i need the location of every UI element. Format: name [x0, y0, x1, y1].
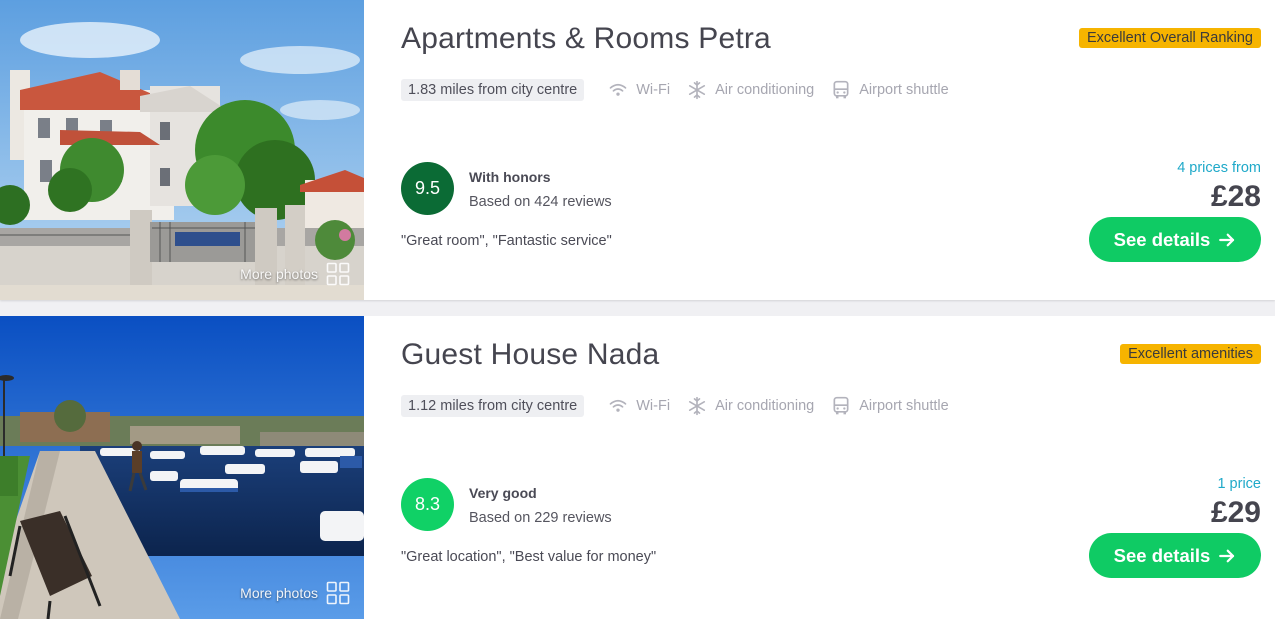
distance-chip: 1.83 miles from city centre: [401, 79, 585, 101]
see-details-button[interactable]: See details: [1089, 217, 1261, 262]
amenity-label: Air conditioning: [715, 398, 815, 414]
amenity-label: Airport shuttle: [859, 82, 949, 98]
hotel-photo[interactable]: More photos: [0, 316, 364, 619]
amenity-wifi: Wi-Fi: [608, 396, 670, 416]
wifi-icon: [609, 83, 627, 96]
amenities-row: 1.12 miles from city centre Wi-Fi Air co…: [401, 394, 966, 418]
villa-photo: [0, 0, 364, 300]
rating-score-badge: 8.3: [401, 478, 454, 531]
rating-label: With honors: [469, 169, 551, 185]
gallery-grid-icon: [326, 262, 350, 286]
prices-from-link[interactable]: 1 price: [1217, 476, 1261, 492]
bus-icon: [833, 80, 849, 99]
prices-from-link[interactable]: 4 prices from: [1177, 160, 1261, 176]
review-quote: "Great room", "Fantastic service": [401, 233, 612, 249]
price: £28: [1210, 180, 1261, 213]
arrow-right-icon: [1219, 233, 1235, 246]
amenity-label: Air conditioning: [715, 82, 815, 98]
harbour-photo: [0, 316, 364, 619]
amenities-row: 1.83 miles from city centre Wi-Fi Air co…: [401, 78, 966, 102]
bus-icon: [833, 396, 849, 415]
see-details-label: See details: [1113, 228, 1211, 250]
listing-card: More photos Apartments & Rooms Petra Exc…: [0, 0, 1275, 300]
amenity-airport-shuttle: Airport shuttle: [831, 80, 949, 100]
amenity-label: Airport shuttle: [859, 398, 949, 414]
wifi-icon: [609, 399, 627, 412]
amenity-wifi: Wi-Fi: [608, 80, 670, 100]
ranking-badge: Excellent amenities: [1120, 344, 1261, 364]
rating-label: Very good: [469, 485, 537, 501]
ranking-badge: Excellent Overall Ranking: [1078, 28, 1261, 48]
snowflake-icon: [688, 396, 706, 416]
listing-card: More photos Guest House Nada Excellent a…: [0, 316, 1275, 619]
amenity-label: Wi-Fi: [636, 398, 671, 414]
hotel-name[interactable]: Apartments & Rooms Petra: [401, 22, 771, 56]
review-quote: "Great location", "Best value for money": [401, 549, 657, 565]
amenity-label: Wi-Fi: [636, 82, 671, 98]
review-count: Based on 229 reviews: [469, 510, 612, 526]
distance-chip: 1.12 miles from city centre: [401, 395, 585, 417]
amenity-air-conditioning: Air conditioning: [687, 80, 814, 100]
amenity-airport-shuttle: Airport shuttle: [831, 396, 949, 416]
hotel-name[interactable]: Guest House Nada: [401, 338, 659, 372]
price: £29: [1210, 496, 1261, 529]
review-count: Based on 424 reviews: [469, 194, 612, 210]
see-details-button[interactable]: See details: [1089, 533, 1261, 578]
more-photos-label: More photos: [240, 266, 318, 282]
see-details-label: See details: [1113, 544, 1211, 566]
hotel-photo[interactable]: More photos: [0, 0, 364, 300]
results-list: More photos Apartments & Rooms Petra Exc…: [0, 0, 1275, 619]
gallery-grid-icon: [326, 581, 350, 605]
amenity-air-conditioning: Air conditioning: [687, 396, 814, 416]
more-photos-button[interactable]: More photos: [240, 262, 350, 286]
more-photos-button[interactable]: More photos: [240, 581, 350, 605]
arrow-right-icon: [1219, 549, 1235, 562]
rating-score-badge: 9.5: [401, 162, 454, 215]
more-photos-label: More photos: [240, 585, 318, 601]
snowflake-icon: [688, 80, 706, 100]
